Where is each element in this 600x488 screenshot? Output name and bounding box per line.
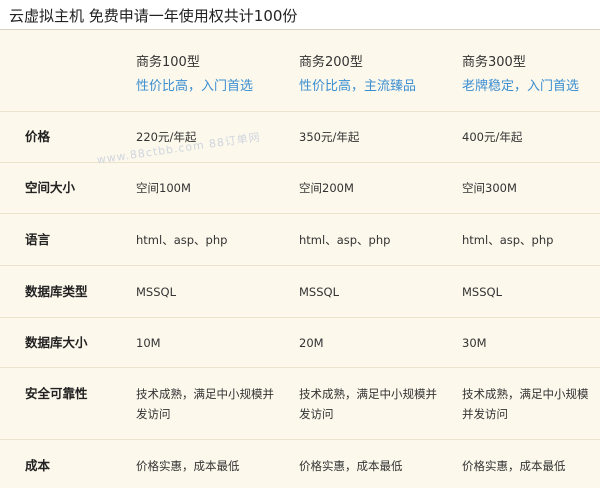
row-value: 空间300M bbox=[462, 181, 517, 195]
page-title: 云虚拟主机 免费申请一年使用权共计100份 bbox=[9, 7, 298, 25]
table-row: 成本 价格实惠，成本最低 价格实惠，成本最低 价格实惠，成本最低 bbox=[0, 440, 600, 488]
row-value: 空间100M bbox=[136, 181, 191, 195]
plan-tagline: 老牌稳定，入门首选 bbox=[462, 79, 580, 94]
table-row: 空间大小 空间100M 空间200M 空间300M bbox=[0, 163, 600, 214]
table-row: 数据库类型 MSSQL MSSQL MSSQL bbox=[0, 266, 600, 318]
row-label: 语言 bbox=[25, 232, 51, 247]
plan-header-row: 商务100型 性价比高，入门首选 商务200型 性价比高，主流臻品 商务300型… bbox=[0, 30, 600, 112]
table-row: 数据库大小 10M 20M 30M bbox=[0, 318, 600, 368]
row-value: 技术成熟，满足中小规模并发访问 bbox=[462, 387, 589, 421]
row-value: 30M bbox=[462, 336, 487, 350]
plan-tagline: 性价比高，入门首选 bbox=[136, 79, 254, 94]
table-row: 语言 html、asp、php html、asp、php html、asp、ph… bbox=[0, 214, 600, 266]
row-value: 价格实惠，成本最低 bbox=[136, 459, 240, 473]
row-label: 数据库类型 bbox=[25, 284, 88, 299]
row-label: 空间大小 bbox=[25, 180, 76, 195]
row-value: html、asp、php bbox=[136, 233, 228, 247]
row-value: 350元/年起 bbox=[299, 130, 360, 144]
row-label: 价格 bbox=[25, 129, 51, 144]
row-label: 安全可靠性 bbox=[25, 386, 88, 401]
row-value: 技术成熟，满足中小规模并发访问 bbox=[136, 387, 274, 421]
row-value: html、asp、php bbox=[299, 233, 391, 247]
row-value: 空间200M bbox=[299, 181, 354, 195]
plan-name: 商务100型 bbox=[136, 55, 200, 70]
row-value: 10M bbox=[136, 336, 161, 350]
row-value: 价格实惠，成本最低 bbox=[462, 459, 566, 473]
row-value: MSSQL bbox=[299, 285, 339, 299]
row-value: 价格实惠，成本最低 bbox=[299, 459, 403, 473]
table-row: 安全可靠性 技术成熟，满足中小规模并发访问 技术成熟，满足中小规模并发访问 技术… bbox=[0, 368, 600, 440]
page-header: 云虚拟主机 免费申请一年使用权共计100份 bbox=[0, 0, 600, 30]
plan-name: 商务200型 bbox=[299, 55, 363, 70]
row-value: html、asp、php bbox=[462, 233, 554, 247]
row-value: 20M bbox=[299, 336, 324, 350]
plan-tagline: 性价比高，主流臻品 bbox=[299, 79, 417, 94]
row-label: 数据库大小 bbox=[25, 335, 88, 350]
row-value: MSSQL bbox=[136, 285, 176, 299]
row-value: 400元/年起 bbox=[462, 130, 523, 144]
row-value: 技术成熟，满足中小规模并发访问 bbox=[299, 387, 437, 421]
plan-name: 商务300型 bbox=[462, 55, 526, 70]
table-row: 价格 220元/年起 350元/年起 400元/年起 bbox=[0, 112, 600, 163]
row-label: 成本 bbox=[25, 458, 51, 473]
row-value: MSSQL bbox=[462, 285, 502, 299]
